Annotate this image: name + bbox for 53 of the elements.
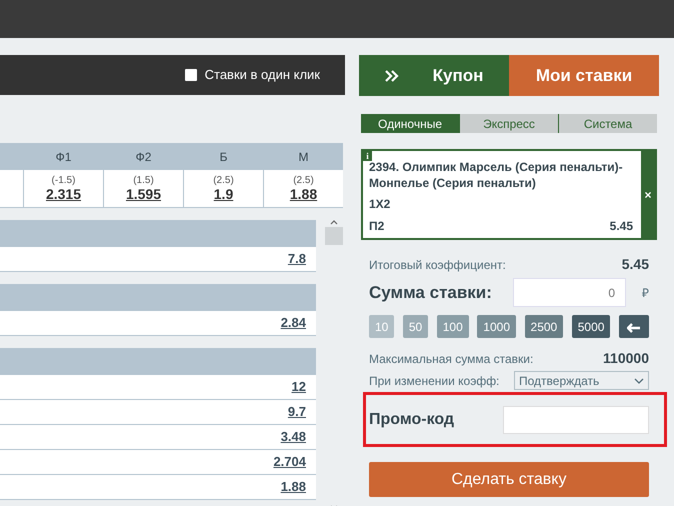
handicap-label: (1.5) — [133, 174, 154, 186]
coupon-tab[interactable]: Купон — [359, 55, 509, 96]
handicap-label: (-1.5) — [52, 174, 76, 186]
stake-label: Сумма ставки: — [369, 282, 492, 304]
odds-link[interactable]: 2.315 — [46, 186, 82, 202]
one-click-label: Ставки в один клик — [204, 66, 320, 84]
odds-link[interactable]: 7.8 — [288, 249, 306, 269]
double-chevron-icon — [384, 70, 399, 82]
bet-type-tab[interactable]: Одиночные — [361, 114, 459, 133]
odds-change-label: При изменении коэфф: — [369, 372, 500, 390]
left-arrow-icon — [626, 322, 641, 333]
odds-link[interactable]: 12 — [292, 377, 306, 397]
odds-link[interactable]: 3.48 — [280, 427, 306, 447]
odds-link[interactable]: 9.7 — [288, 402, 306, 422]
bet-type-tab[interactable]: Экспресс — [459, 114, 558, 133]
column-header: Ф1 — [24, 143, 103, 170]
column-header: М — [264, 143, 343, 170]
submit-button[interactable]: Сделать ставку — [369, 462, 649, 498]
odds-link[interactable]: 2.704 — [273, 452, 306, 472]
odds-link[interactable]: 1.595 — [126, 186, 162, 202]
amount-button[interactable]: 2500 — [524, 315, 564, 338]
amount-button[interactable]: 5000 — [572, 315, 610, 338]
handicap-label: (2.5) — [293, 174, 314, 186]
odds-link[interactable]: 1.9 — [214, 186, 234, 202]
market-label: 1X2 — [369, 196, 392, 214]
promo-label: Промо-код — [369, 410, 454, 430]
coupon-tab[interactable]: Мои ставки — [509, 55, 659, 96]
info-icon: i — [363, 151, 372, 161]
scrollbar-thumb[interactable] — [325, 227, 343, 245]
odds-link[interactable]: 1.88 — [280, 477, 306, 497]
event-title: 2394. Олимпик Марсель (Серия пенальти)-Монпелье (Серия пенальти) — [369, 160, 624, 192]
scroll-up-icon[interactable] — [330, 220, 338, 225]
close-button[interactable]: × — [641, 151, 655, 238]
currency-label: ₽ — [642, 284, 649, 302]
max-stake-label: Максимальная сумма ставки: — [369, 350, 534, 368]
chevron-down-icon — [634, 378, 644, 384]
column-header: Б — [184, 143, 263, 170]
total-odds-label: Итоговый коэффициент: — [369, 256, 506, 274]
handicap-label: (2.5) — [213, 174, 234, 186]
odds-value: 5.45 — [610, 218, 633, 236]
outcome-label: П2 — [369, 218, 384, 236]
promo-input[interactable] — [503, 406, 649, 434]
amount-button[interactable]: 1000 — [477, 315, 516, 338]
backspace-button[interactable] — [618, 315, 649, 338]
bet-type-tab[interactable]: Система — [558, 114, 657, 133]
odds-link[interactable]: 1.88 — [290, 186, 318, 202]
stake-input[interactable]: 0 — [513, 278, 626, 308]
checkbox[interactable] — [184, 69, 197, 81]
odds-change-select[interactable]: Подтверждать — [514, 371, 649, 390]
column-header: Ф2 — [104, 143, 183, 170]
total-odds-value: 5.45 — [622, 255, 649, 274]
odds-link[interactable]: 2.84 — [280, 313, 306, 333]
max-stake-value: 110000 — [603, 349, 649, 368]
